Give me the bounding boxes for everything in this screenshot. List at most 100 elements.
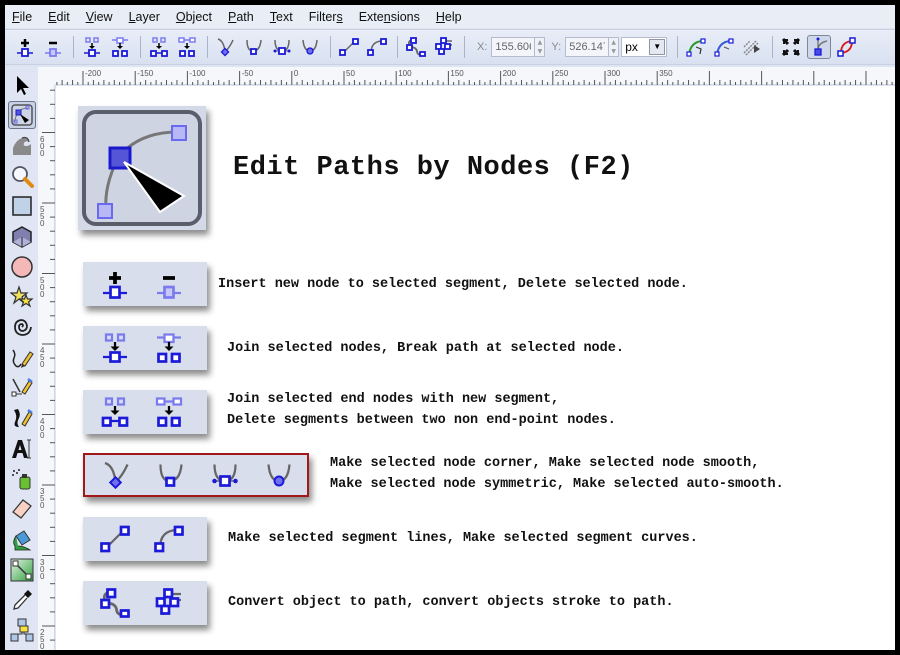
spiral-tool-button[interactable] bbox=[8, 313, 36, 341]
spray-tool-button[interactable] bbox=[8, 465, 36, 493]
text-tool-button[interactable] bbox=[8, 435, 36, 463]
calligraphy-tool-button[interactable] bbox=[8, 404, 36, 432]
ruler-label: 250 bbox=[554, 69, 569, 78]
description-text: Join selected end nodes with new segment… bbox=[227, 392, 616, 428]
join-nodes-button[interactable] bbox=[80, 35, 104, 59]
3d-box-tool-button[interactable] bbox=[8, 223, 36, 251]
chevron-down-icon[interactable]: ▼ bbox=[649, 39, 666, 55]
menu-filters[interactable]: Filters bbox=[309, 10, 343, 24]
pen-tool-button[interactable] bbox=[8, 374, 36, 402]
join-nodes-icon bbox=[103, 333, 127, 363]
star-tool-button[interactable] bbox=[8, 283, 36, 311]
node-auto-icon bbox=[302, 39, 318, 55]
dropper-tool-icon bbox=[13, 590, 32, 610]
insert-node-icon bbox=[103, 272, 127, 299]
vertical-ruler[interactable]: 600 550 500 450 400 350 300 250 bbox=[38, 85, 55, 650]
ruler-label: -100 bbox=[189, 69, 206, 78]
unit-select[interactable]: px ▼ bbox=[621, 37, 668, 57]
break-path-button[interactable] bbox=[108, 35, 132, 59]
connector-tool-button[interactable] bbox=[8, 616, 36, 644]
delete-segment-button[interactable] bbox=[175, 35, 199, 59]
toolbar-separator bbox=[397, 36, 398, 58]
tweak-tool-button[interactable] bbox=[8, 132, 36, 160]
page-title: Edit Paths by Nodes (F2) bbox=[233, 153, 634, 183]
segment-line-icon bbox=[339, 38, 359, 56]
paint-bucket-tool-icon bbox=[13, 529, 32, 550]
show-mask-button[interactable] bbox=[740, 35, 764, 59]
ruler-label: -50 bbox=[241, 69, 254, 78]
y-coordinate-spinner[interactable]: ▲ ▼ bbox=[609, 37, 620, 57]
ellipse-tool-button[interactable] bbox=[8, 253, 36, 281]
join-segment-icon bbox=[101, 397, 129, 427]
join-segment-button[interactable] bbox=[147, 35, 171, 59]
next-path-effect-param-button[interactable] bbox=[684, 35, 708, 59]
menu-layer[interactable]: Layer bbox=[129, 10, 160, 24]
pencil-tool-icon bbox=[12, 349, 34, 368]
node-auto-button[interactable] bbox=[298, 35, 322, 59]
dropper-tool-button[interactable] bbox=[8, 586, 36, 614]
icon-panel bbox=[83, 326, 207, 370]
ruler-label: 350 bbox=[40, 487, 45, 510]
menu-view[interactable]: View bbox=[86, 10, 113, 24]
show-transform-handles-button[interactable] bbox=[779, 35, 803, 59]
rectangle-tool-button[interactable] bbox=[8, 192, 36, 220]
pencil-tool-button[interactable] bbox=[8, 344, 36, 372]
node-cusp-button[interactable] bbox=[214, 35, 238, 59]
show-clip-path-button[interactable] bbox=[712, 35, 736, 59]
calligraphy-tool-icon bbox=[14, 409, 33, 428]
eraser-tool-icon bbox=[12, 499, 32, 520]
stroke-to-path-button[interactable] bbox=[432, 35, 456, 59]
delete-segment-icon bbox=[178, 37, 196, 57]
x-coordinate-input[interactable] bbox=[491, 37, 536, 57]
node-tool-icon bbox=[11, 104, 33, 127]
show-handles-button[interactable] bbox=[807, 35, 832, 59]
gradient-tool-icon bbox=[10, 558, 34, 582]
zoom-tool-button[interactable] bbox=[8, 162, 36, 190]
tool-palette bbox=[5, 67, 38, 650]
description-text: Convert object to path, convert objects … bbox=[228, 595, 674, 610]
drawing-canvas[interactable]: Edit Paths by Nodes (F2) Insert new node… bbox=[56, 86, 895, 650]
selector-tool-button[interactable] bbox=[8, 71, 36, 99]
tweak-tool-icon bbox=[13, 136, 31, 155]
join-segment-icon bbox=[150, 37, 168, 57]
menu-text[interactable]: Text bbox=[270, 10, 293, 24]
object-to-path-button[interactable] bbox=[404, 35, 428, 59]
delete-node-button[interactable] bbox=[41, 35, 65, 59]
stroke-to-path-icon bbox=[155, 588, 181, 615]
rectangle-tool-icon bbox=[12, 196, 32, 216]
segment-curve-button[interactable] bbox=[365, 35, 389, 59]
insert-node-icon bbox=[17, 39, 33, 57]
node-symmetric-button[interactable] bbox=[270, 35, 294, 59]
eraser-tool-button[interactable] bbox=[8, 495, 36, 523]
paint-bucket-tool-button[interactable] bbox=[8, 526, 36, 554]
menu-help[interactable]: Help bbox=[436, 10, 462, 24]
show-path-outline-icon bbox=[837, 37, 856, 57]
menu-edit[interactable]: Edit bbox=[48, 10, 70, 24]
show-path-outline-button[interactable] bbox=[835, 35, 859, 59]
node-smooth-button[interactable] bbox=[242, 35, 266, 59]
description-text: Make selected node corner, Make selected… bbox=[330, 456, 784, 492]
delete-node-icon bbox=[157, 276, 181, 299]
node-cusp-icon bbox=[104, 461, 129, 490]
x-coordinate-spinner[interactable]: ▲ ▼ bbox=[535, 37, 546, 57]
gradient-tool-button[interactable] bbox=[8, 556, 36, 584]
menu-object[interactable]: Object bbox=[176, 10, 212, 24]
join-nodes-icon bbox=[84, 37, 100, 57]
toolbar-separator bbox=[330, 36, 331, 58]
horizontal-ruler[interactable]: -200 -150 -100 -50 0 50 100 150 200 250 300 350 bbox=[55, 67, 895, 85]
toolbar-separator bbox=[772, 36, 774, 58]
break-path-icon bbox=[157, 333, 181, 363]
menu-file[interactable]: File bbox=[12, 10, 32, 24]
menu-path[interactable]: Path bbox=[228, 10, 254, 24]
node-tool-button[interactable] bbox=[8, 101, 36, 130]
insert-node-button[interactable] bbox=[13, 35, 37, 59]
description-text: Make selected segment lines, Make select… bbox=[228, 531, 698, 546]
show-transform-handles-icon bbox=[782, 37, 801, 57]
delete-segment-icon bbox=[155, 397, 183, 427]
toolbar-separator bbox=[73, 36, 74, 58]
3d-box-tool-icon bbox=[12, 225, 32, 248]
segment-line-button[interactable] bbox=[337, 35, 361, 59]
menu-extensions[interactable]: Extensions bbox=[359, 10, 420, 24]
y-coordinate-input[interactable] bbox=[565, 37, 610, 57]
connector-tool-icon bbox=[10, 618, 34, 642]
